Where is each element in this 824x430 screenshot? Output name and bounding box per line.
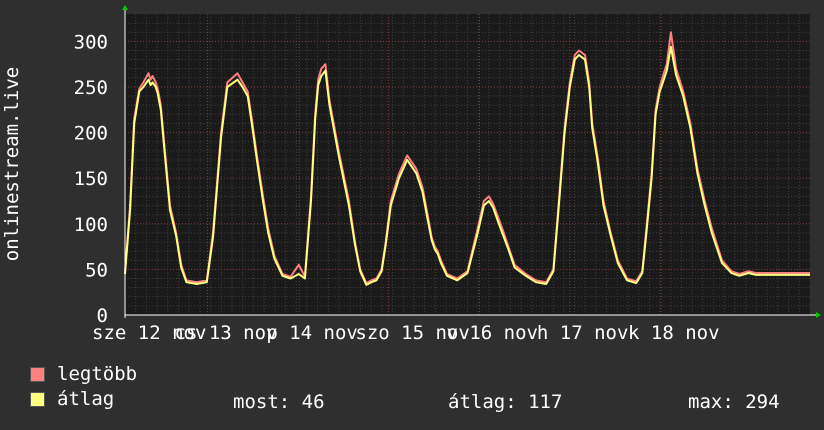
- x-tick-label: cs 13 nov: [175, 322, 278, 344]
- stat-now: most: 46: [233, 391, 325, 413]
- x-axis-arrow: [816, 312, 821, 318]
- y-axis-arrow: [122, 5, 128, 10]
- atlag-color-swatch: [30, 392, 45, 407]
- traffic-chart: 050100150200250300 sze 12 novcs 13 novp …: [1, 5, 821, 344]
- legend-item-atlag: átlag: [30, 387, 137, 412]
- legend-label-legtobb: legtöbb: [57, 363, 138, 385]
- x-tick-label: k 18 nov: [628, 322, 720, 344]
- y-tick-labels: 050100150200250300: [74, 31, 108, 327]
- legend: legtöbb átlag most: 46 átlag: 117 max: 2…: [30, 362, 780, 413]
- legend-label-atlag: átlag: [57, 388, 115, 410]
- y-tick-label: 100: [74, 214, 108, 236]
- x-tick-label: v 16 nov: [446, 322, 538, 344]
- y-tick-label: 300: [74, 31, 108, 53]
- x-tick-label: h 17 nov: [537, 322, 629, 344]
- y-axis-label: onlinestream.live: [1, 67, 23, 261]
- stat-max: max: 294: [688, 391, 780, 413]
- y-tick-label: 250: [74, 77, 108, 99]
- legtobb-color-swatch: [30, 367, 45, 382]
- stat-average: átlag: 117: [448, 391, 563, 413]
- legend-item-legtobb: legtöbb: [30, 362, 137, 387]
- y-tick-label: 50: [85, 259, 108, 281]
- x-tick-labels: sze 12 novcs 13 novp 14 novszo 15 novv 1…: [92, 322, 720, 344]
- y-tick-label: 150: [74, 168, 108, 190]
- x-tick-label: p 14 nov: [266, 322, 358, 344]
- y-tick-label: 200: [74, 123, 108, 145]
